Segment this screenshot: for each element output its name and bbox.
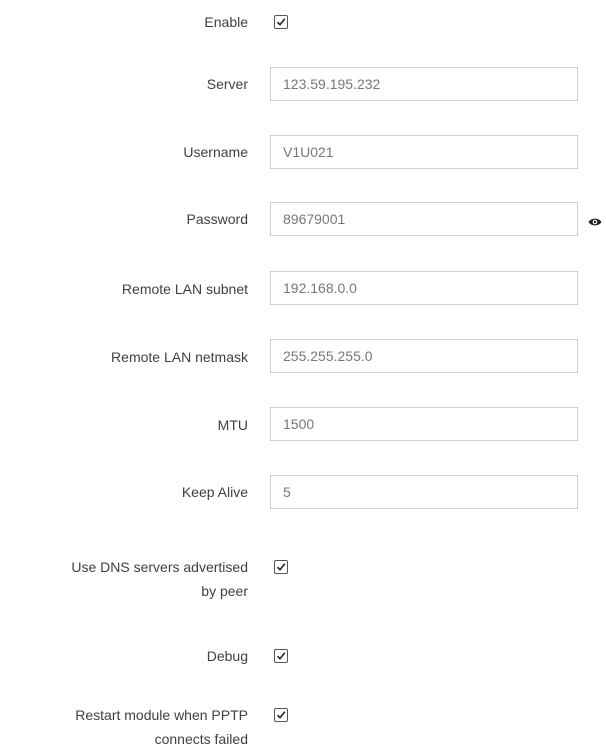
server-input[interactable] bbox=[270, 67, 578, 101]
restart-module-label-line2: connects failed bbox=[154, 731, 248, 747]
checkmark-icon bbox=[276, 711, 286, 719]
debug-label: Debug bbox=[206, 648, 248, 664]
username-input[interactable] bbox=[270, 135, 578, 169]
remote-lan-netmask-input[interactable] bbox=[270, 339, 578, 373]
checkmark-icon bbox=[276, 18, 286, 26]
remote-lan-netmask-label: Remote LAN netmask bbox=[111, 349, 248, 365]
use-dns-label-line1: Use DNS servers advertised bbox=[71, 559, 248, 575]
server-label: Server bbox=[206, 76, 248, 92]
mtu-label: MTU bbox=[217, 417, 248, 433]
debug-checkbox[interactable] bbox=[274, 649, 288, 663]
mtu-input[interactable] bbox=[270, 407, 578, 441]
keep-alive-input[interactable] bbox=[270, 475, 578, 509]
use-dns-label-line2: by peer bbox=[201, 583, 248, 599]
eye-icon[interactable] bbox=[588, 214, 602, 226]
restart-module-checkbox[interactable] bbox=[274, 708, 288, 722]
checkmark-icon bbox=[276, 652, 286, 660]
remote-lan-subnet-input[interactable] bbox=[270, 271, 578, 305]
enable-label: Enable bbox=[204, 14, 248, 30]
password-input[interactable] bbox=[270, 202, 578, 236]
password-label: Password bbox=[186, 211, 248, 227]
restart-module-label-line1: Restart module when PPTP bbox=[75, 707, 248, 723]
use-dns-checkbox[interactable] bbox=[274, 560, 288, 574]
checkmark-icon bbox=[276, 563, 286, 571]
enable-checkbox[interactable] bbox=[274, 15, 288, 29]
username-label: Username bbox=[183, 144, 248, 160]
remote-lan-subnet-label: Remote LAN subnet bbox=[121, 281, 248, 297]
keep-alive-label: Keep Alive bbox=[181, 484, 248, 500]
